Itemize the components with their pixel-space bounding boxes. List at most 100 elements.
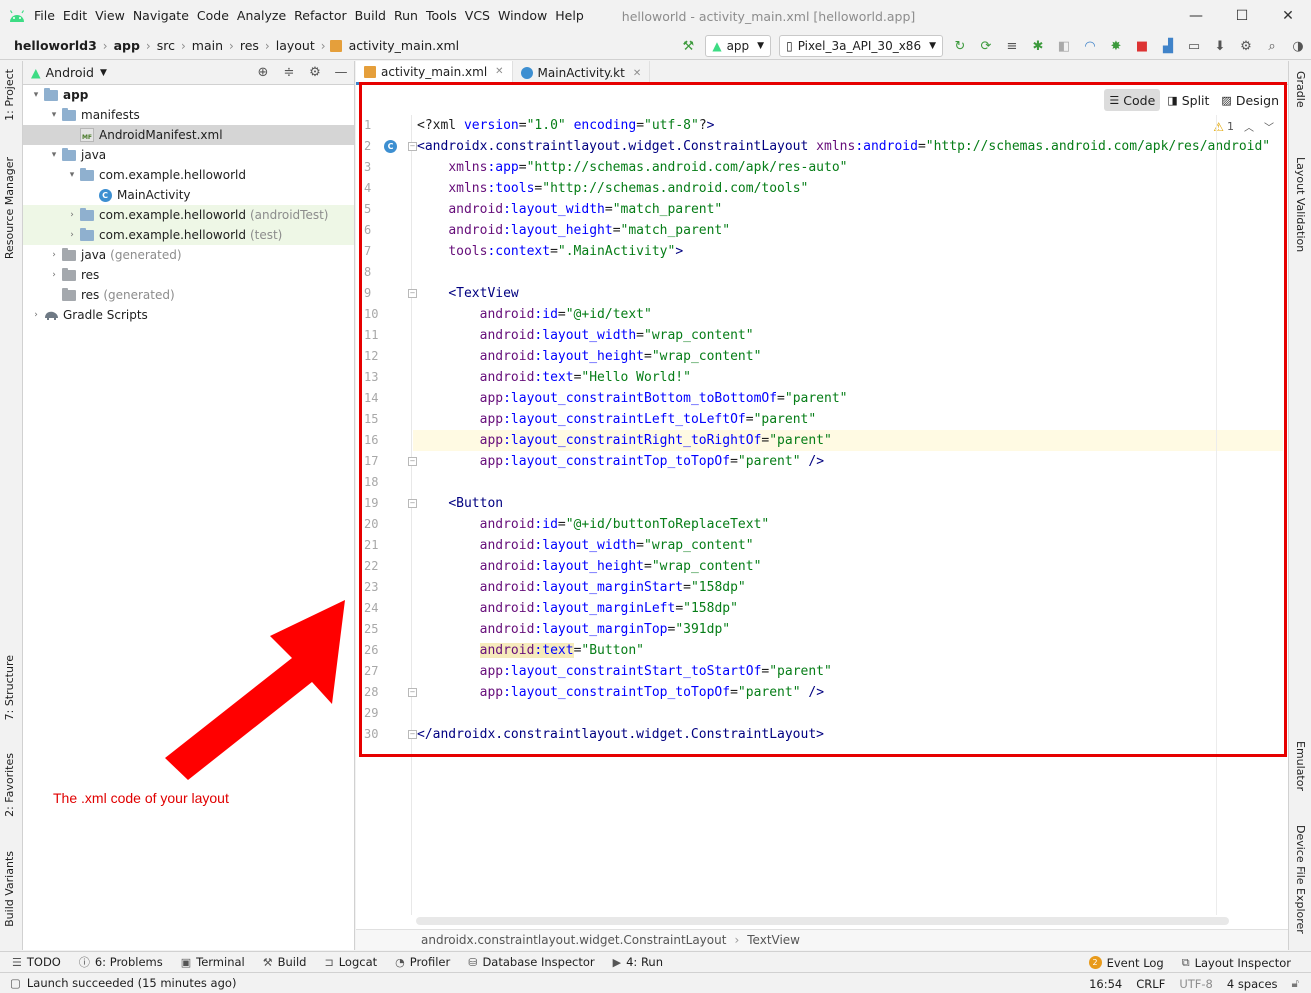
tool-window-todo[interactable]: ☰ TODO <box>12 955 61 969</box>
menu-window[interactable]: Window <box>494 0 551 32</box>
tool-window-terminal[interactable]: ▣ Terminal <box>181 955 245 969</box>
tree-item[interactable]: › com.example.helloworld (test) <box>23 225 354 245</box>
code-line[interactable]: <androidx.constraintlayout.widget.Constr… <box>417 136 1270 157</box>
caret-position[interactable]: 16:54 <box>1089 977 1122 991</box>
coverage-icon[interactable]: ◧ <box>1053 35 1075 57</box>
menu-refactor[interactable]: Refactor <box>290 0 350 32</box>
menu-file[interactable]: File <box>30 0 59 32</box>
tool-window-problems[interactable]: ⓘ 6: Problems <box>79 954 163 970</box>
code-line[interactable]: <?xml version="1.0" encoding="utf-8"?> <box>417 115 714 136</box>
code-view-button[interactable]: ☰ Code <box>1104 89 1161 111</box>
menu-help[interactable]: Help <box>551 0 588 32</box>
tree-item[interactable]: ▾ manifests <box>23 105 354 125</box>
tool-window-build[interactable]: ⚒ Build <box>263 955 307 969</box>
chevron-down-icon[interactable]: ▾ <box>47 110 61 120</box>
profile-icon[interactable]: ◠ <box>1079 35 1101 57</box>
code-line[interactable]: android:id="@+id/text" <box>417 304 652 325</box>
tool-window-run[interactable]: ▶ 4: Run <box>613 955 663 969</box>
code-line[interactable]: android:layout_height="wrap_content" <box>417 346 762 367</box>
tab-activity-main-xml[interactable]: activity_main.xml ✕ <box>356 61 513 85</box>
tree-item[interactable]: C MainActivity <box>23 185 354 205</box>
device-manager-icon[interactable]: ⚙ <box>1235 35 1257 57</box>
menu-code[interactable]: Code <box>193 0 233 32</box>
close-icon[interactable]: ✕ <box>633 68 641 79</box>
tool-window-logcat[interactable]: ⊐ Logcat <box>324 955 377 969</box>
tab-gradle[interactable]: Gradle <box>1294 71 1307 108</box>
tab-project[interactable]: 1: Project <box>3 69 16 121</box>
breadcrumb-file[interactable]: activity_main.xml <box>347 38 462 53</box>
tree-item[interactable]: MF AndroidManifest.xml <box>23 125 354 145</box>
stop-icon[interactable]: ■ <box>1131 35 1153 57</box>
file-encoding[interactable]: UTF-8 <box>1179 977 1213 991</box>
status-message[interactable]: Launch succeeded (15 minutes ago) <box>27 976 237 990</box>
code-line[interactable]: app:layout_constraintRight_toRightOf="pa… <box>413 430 1283 451</box>
code-line[interactable]: app:layout_constraintStart_toStartOf="pa… <box>417 661 832 682</box>
debug-icon[interactable]: ✱ <box>1027 35 1049 57</box>
locate-icon[interactable]: ⊕ <box>250 65 276 80</box>
code-line[interactable]: android:layout_height="match_parent" <box>417 220 730 241</box>
close-window-button[interactable]: ✕ <box>1265 0 1311 32</box>
breadcrumb-src[interactable]: src <box>155 38 177 53</box>
menu-tools[interactable]: Tools <box>422 0 461 32</box>
code-line[interactable]: android:layout_width="wrap_content" <box>417 325 754 346</box>
code-line[interactable]: <Button <box>417 493 503 514</box>
chevron-right-icon[interactable]: › <box>29 310 43 320</box>
tab-build-variants[interactable]: Build Variants <box>3 851 16 927</box>
indent-setting[interactable]: 4 spaces <box>1227 977 1278 991</box>
menu-navigate[interactable]: Navigate <box>129 0 193 32</box>
project-view-select[interactable]: Android <box>46 65 94 80</box>
code-editor[interactable]: ☰ Code ◨ Split ▨ Design ⚠ 1 ︿ ﹀ 1 2− C 3 4 5 6 7 8 9… <box>356 85 1288 929</box>
code-line[interactable]: android:layout_height="wrap_content" <box>417 556 762 577</box>
tree-item[interactable]: ▾ com.example.helloworld <box>23 165 354 185</box>
code-line[interactable]: android:id="@+id/buttonToReplaceText" <box>417 514 770 535</box>
line-separator[interactable]: CRLF <box>1136 977 1165 991</box>
tree-item[interactable]: › com.example.helloworld (androidTest) <box>23 205 354 225</box>
make-project-hammer-icon[interactable]: ⚒ <box>677 35 699 57</box>
menu-view[interactable]: View <box>91 0 129 32</box>
menu-vcs[interactable]: VCS <box>461 0 494 32</box>
attach-debugger-icon[interactable]: ✸ <box>1105 35 1127 57</box>
menu-build[interactable]: Build <box>351 0 390 32</box>
account-icon[interactable]: ◑ <box>1287 35 1309 57</box>
chevron-down-icon[interactable]: ▼ <box>100 68 107 78</box>
rerun-icon[interactable]: ↻ <box>949 35 971 57</box>
tree-item[interactable]: res (generated) <box>23 285 354 305</box>
code-line[interactable]: app:layout_constraintBottom_toBottomOf="… <box>417 388 848 409</box>
code-area[interactable]: <?xml version="1.0" encoding="utf-8"?> <a… <box>413 115 1283 915</box>
gear-icon[interactable]: ⚙ <box>302 65 328 80</box>
code-line[interactable]: </androidx.constraintlayout.widget.Const… <box>417 724 824 745</box>
code-line[interactable]: app:layout_constraintLeft_toLeftOf="pare… <box>417 409 817 430</box>
minimize-button[interactable]: — <box>1173 0 1219 32</box>
maximize-button[interactable]: ☐ <box>1219 0 1265 32</box>
breadcrumb-res[interactable]: res <box>238 38 261 53</box>
lock-icon[interactable]: 🔓︎ <box>1292 976 1299 991</box>
menu-edit[interactable]: Edit <box>59 0 91 32</box>
breadcrumb-current-element[interactable]: TextView <box>747 933 800 947</box>
menu-analyze[interactable]: Analyze <box>233 0 290 32</box>
status-panel-icon[interactable]: ▢ <box>10 976 21 990</box>
chevron-down-icon[interactable]: ▾ <box>65 170 79 180</box>
avd-manager-icon[interactable]: ▭ <box>1183 35 1205 57</box>
tree-item[interactable]: ▾ app <box>23 85 354 105</box>
activity-link-icon[interactable]: C <box>384 140 397 153</box>
code-line[interactable]: android:layout_marginTop="391dp" <box>417 619 730 640</box>
chevron-right-icon[interactable]: › <box>47 270 61 280</box>
device-select[interactable]: ▯ Pixel_3a_API_30_x86 ▼ <box>779 35 943 57</box>
tree-item[interactable]: ▾ java <box>23 145 354 165</box>
chevron-down-icon[interactable]: ▾ <box>29 90 43 100</box>
tab-favorites[interactable]: 2: Favorites <box>3 753 16 817</box>
run-config-select[interactable]: ▲ app ▼ <box>705 35 772 57</box>
breadcrumb-module[interactable]: app <box>112 38 142 53</box>
split-view-button[interactable]: ◨ Split <box>1162 89 1214 111</box>
code-line[interactable]: xmlns:app="http://schemas.android.com/ap… <box>417 157 847 178</box>
code-line[interactable]: android:text="Hello World!" <box>417 367 691 388</box>
tool-window-database-inspector[interactable]: ⛁ Database Inspector <box>468 955 594 969</box>
apply-changes-icon[interactable]: ⟳ <box>975 35 997 57</box>
breadcrumb-project[interactable]: helloworld3 <box>12 38 99 53</box>
tab-device-file-explorer[interactable]: Device File Explorer <box>1294 825 1307 934</box>
code-line[interactable]: app:layout_constraintTop_toTopOf="parent… <box>417 451 824 472</box>
code-line[interactable]: app:layout_constraintTop_toTopOf="parent… <box>417 682 824 703</box>
horizontal-scrollbar[interactable] <box>416 917 1229 925</box>
code-line[interactable]: android:layout_width="match_parent" <box>417 199 722 220</box>
event-log-button[interactable]: 2 Event Log <box>1088 956 1164 970</box>
